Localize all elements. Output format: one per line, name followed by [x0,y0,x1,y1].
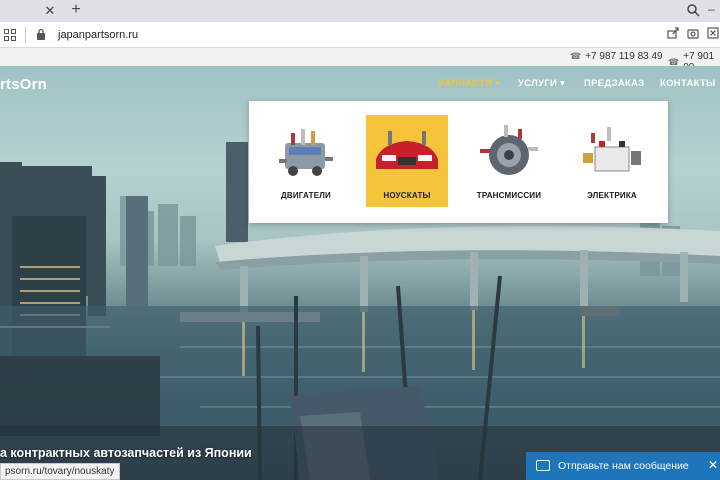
nav-parts[interactable]: ЗАПЧАСТИ ▾ [438,78,500,89]
dropdown-item-electrics-label: ЭЛЕКТРИКА [587,191,637,200]
dropdown-item-electrics[interactable]: ЭЛЕКТРИКА [571,115,653,207]
chat-widget[interactable]: Отправьте нам сообщение ✕ [526,452,720,480]
message-icon [536,460,550,471]
chat-widget-label: Отправьте нам сообщение [558,460,689,472]
dropdown-item-transmissions[interactable]: ТРАНСМИССИИ [468,115,550,207]
nosecut-icon [376,131,438,169]
phone-number-1-text: +7 987 119 83 49 [585,51,663,62]
lock-icon[interactable] [36,28,46,41]
transmission-icon [480,125,538,175]
site-contact-bar: ☎ +7 987 119 83 49 ☎ +7 901 09 [0,48,720,73]
camera-icon[interactable] [686,27,700,41]
phone-icon: ☎ [570,51,582,61]
dropdown-item-transmissions-label: ТРАНСМИССИИ [476,191,542,200]
electrics-icon [583,127,641,172]
dropdown-item-nosecuts[interactable]: НОУСКАТЫ [366,115,448,207]
minimize-button[interactable]: – [708,2,715,16]
site-logo[interactable]: rtsOrn [0,76,47,93]
browser-toolbar: japanpartsorn.ru [0,22,720,48]
dropdown-item-engines[interactable]: ДВИГАТЕЛИ [265,115,347,207]
parts-dropdown-menu: ДВИГАТЕЛИ НОУСКАТЫ ТРАНСМИССИИ ЭЛЕКТРИКА [249,101,668,223]
toolbar-actions [666,27,720,41]
toolbar-divider [25,27,26,43]
phone-number-1[interactable]: ☎ +7 987 119 83 49 [570,51,663,62]
search-tabs-icon[interactable] [686,3,700,17]
nav-contacts[interactable]: КОНТАКТЫ [660,78,716,89]
engine-icon [279,129,333,176]
address-bar[interactable]: japanpartsorn.ru [58,29,138,41]
chat-close-icon[interactable]: ✕ [708,458,718,472]
hero-banner: rtsOrn ЗАПЧАСТИ ▾ УСЛУГИ ▾ ПРЕДЗАКАЗ КОН… [0,66,720,480]
browser-tabstrip: ✕ + – [0,0,720,22]
apps-grid-icon[interactable] [4,29,16,41]
dropdown-item-engines-label: ДВИГАТЕЛИ [280,191,332,200]
nav-services[interactable]: УСЛУГИ ▾ [518,78,565,89]
tab-close-icon[interactable]: ✕ [42,3,58,19]
share-icon[interactable] [666,27,680,41]
status-bar-url: psorn.ru/tovary/nouskaty [0,463,120,480]
new-tab-button[interactable]: + [68,2,84,18]
hero-title: а контрактных автозапчастей из Японии [0,446,252,460]
extension-close-icon[interactable] [706,27,720,41]
nav-preorder[interactable]: ПРЕДЗАКАЗ [584,78,645,89]
dropdown-item-nosecuts-label: НОУСКАТЫ [383,191,431,200]
